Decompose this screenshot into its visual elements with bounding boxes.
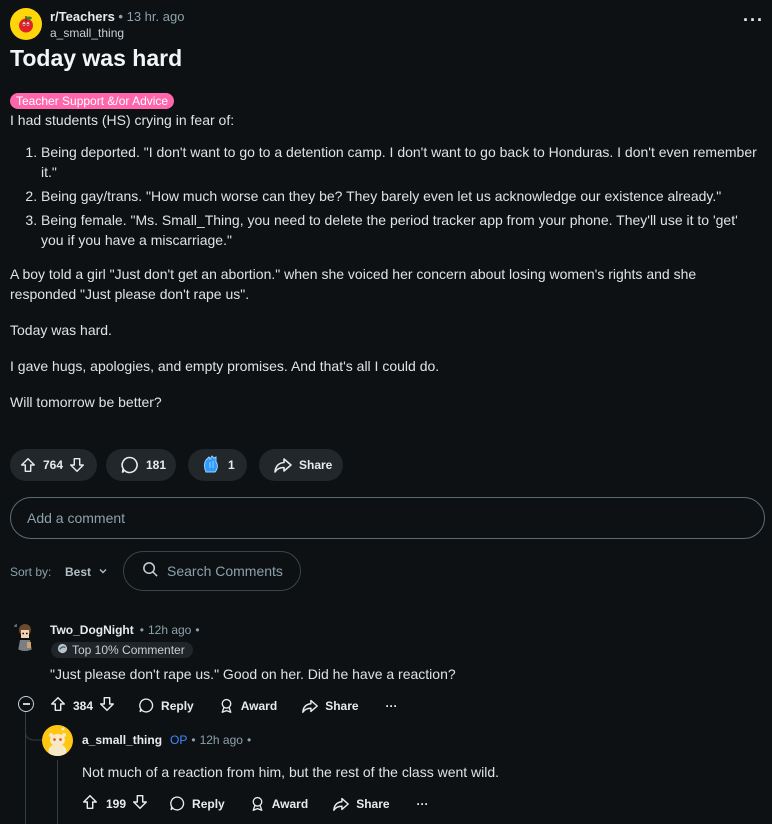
reply-icon <box>170 796 185 811</box>
comment-actions: 199 Reply Award Share ··· <box>81 793 429 814</box>
upvote-icon[interactable] <box>49 695 67 716</box>
award-button[interactable]: Award <box>249 795 308 812</box>
post-title: Today was hard <box>10 45 183 71</box>
search-comments-input[interactable]: Search Comments <box>123 551 301 591</box>
award-count: 1 <box>228 458 235 472</box>
comment-text: "Just please don't rape us." Good on her… <box>50 666 456 682</box>
list-item: Being female. "Ms. Small_Thing, you need… <box>41 210 762 250</box>
share-label: Share <box>299 458 333 472</box>
separator-dot: • <box>246 733 252 747</box>
share-button[interactable]: Share <box>332 795 390 813</box>
downvote-icon[interactable] <box>98 695 116 716</box>
reply-label: Reply <box>161 698 194 713</box>
vote-count: 764 <box>43 458 64 472</box>
sort-label: Sort by: <box>10 565 52 579</box>
commenter-avatar[interactable] <box>10 621 40 651</box>
badge-label: Top 10% Commenter <box>72 643 185 657</box>
reply-button[interactable]: Reply <box>138 697 194 714</box>
sort-value: Best <box>65 565 92 579</box>
minus-icon <box>22 703 30 705</box>
comment-reply: a_small_thing OP • 12h ago • Not much of… <box>0 722 772 824</box>
post-header-line: r/Teachers • 13 hr. ago <box>50 9 184 24</box>
op-badge: OP <box>170 733 188 747</box>
post-paragraph: A boy told a girl "Just don't get an abo… <box>10 266 697 302</box>
more-options-button[interactable]: ··· <box>743 10 764 31</box>
separator-dot: • <box>191 733 196 747</box>
reply-label: Reply <box>192 796 225 811</box>
post-paragraph: Today was hard. <box>10 322 112 338</box>
post-paragraph: I gave hugs, apologies, and empty promis… <box>10 358 440 374</box>
share-button[interactable]: Share <box>301 697 359 715</box>
comment-text: Not much of a reaction from him, but the… <box>82 764 500 780</box>
apple-icon <box>19 16 33 33</box>
post-time: 13 hr. ago <box>126 9 185 24</box>
upvote-icon[interactable] <box>19 456 37 474</box>
subreddit-avatar[interactable] <box>10 8 42 40</box>
search-comments-placeholder: Search Comments <box>167 563 283 579</box>
list-item: Being deported. "I don't want to go to a… <box>41 142 762 182</box>
comment-count: 181 <box>146 458 167 472</box>
list-item: Being gay/trans. "How much worse can the… <box>41 186 762 206</box>
post-author[interactable]: a_small_thing <box>50 26 124 40</box>
thread-line <box>57 760 58 824</box>
award-button[interactable]: 1 <box>188 449 247 481</box>
more-options-button[interactable]: ··· <box>417 797 429 811</box>
search-icon <box>142 561 159 581</box>
share-icon <box>302 699 319 713</box>
commenter-badge: Top 10% Commenter <box>51 642 193 658</box>
award-label: Award <box>271 796 309 811</box>
comment-author[interactable]: a_small_thing <box>82 733 162 747</box>
reply-button[interactable]: Reply <box>169 795 225 812</box>
top-commenter-icon <box>57 643 68 657</box>
downvote-icon[interactable] <box>131 793 149 814</box>
comment-author[interactable]: Two_DogNight <box>50 623 134 637</box>
award-icon <box>252 796 263 811</box>
separator-dot: • <box>139 623 144 637</box>
share-button[interactable]: Share <box>259 449 343 481</box>
chevron-down-icon <box>98 565 108 579</box>
separator-dot: • <box>118 9 123 24</box>
add-comment-input[interactable]: Add a comment <box>10 497 765 539</box>
comment-header: Two_DogNight • 12h ago • <box>50 623 200 637</box>
share-label: Share <box>325 698 359 713</box>
upvote-icon[interactable] <box>81 793 99 814</box>
add-comment-placeholder: Add a comment <box>27 510 126 526</box>
post-paragraph: Will tomorrow be better? <box>10 394 162 410</box>
downvote-icon[interactable] <box>68 456 86 474</box>
share-icon <box>333 797 350 811</box>
more-options-button[interactable]: ··· <box>386 699 398 713</box>
collapse-thread-button[interactable] <box>18 696 34 712</box>
post-flair[interactable]: Teacher Support &/or Advice <box>10 93 175 109</box>
comment-header: a_small_thing OP • 12h ago • <box>82 733 251 747</box>
vote-count: 199 <box>106 796 127 811</box>
share-label: Share <box>356 796 390 811</box>
comment-icon <box>120 455 140 475</box>
vote-count: 384 <box>73 698 94 713</box>
comment-actions: 384 Reply Award Share ··· <box>49 695 398 716</box>
vote-pill: 764 <box>10 449 97 481</box>
subreddit-link[interactable]: r/Teachers <box>50 9 115 24</box>
award-label: Award <box>240 698 278 713</box>
award-icon <box>221 698 232 713</box>
award-button[interactable]: Award <box>218 697 277 714</box>
comments-button[interactable]: 181 <box>106 449 176 481</box>
sort-dropdown[interactable]: Best <box>65 565 108 579</box>
post-body: I had students (HS) crying in fear of: B… <box>10 110 762 428</box>
post-intro: I had students (HS) crying in fear of: <box>10 112 235 128</box>
separator-dot: • <box>195 623 200 637</box>
comment-time: 12h ago <box>147 623 192 637</box>
commenter-avatar[interactable] <box>42 725 73 756</box>
clapping-hands-icon <box>201 454 223 476</box>
share-icon <box>273 455 293 475</box>
reply-icon <box>139 698 154 713</box>
comment-time: 12h ago <box>199 733 243 747</box>
post-list: Being deported. "I don't want to go to a… <box>10 142 762 250</box>
